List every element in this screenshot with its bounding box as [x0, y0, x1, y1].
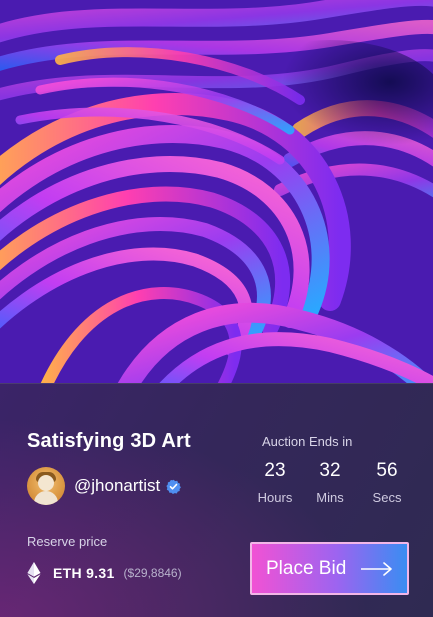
minutes-value: 32 [319, 460, 341, 481]
abstract-swirl-art [0, 0, 433, 383]
eth-amount: ETH 9.31 [53, 565, 115, 581]
seconds-label: Secs [372, 490, 402, 505]
nft-title: Satisfying 3D Art [27, 430, 191, 452]
usd-amount: ($29,8846) [123, 566, 182, 580]
countdown-hours: 23 Hours [256, 460, 294, 505]
hours-label: Hours [257, 490, 293, 505]
place-bid-label: Place Bid [266, 557, 347, 579]
artwork-image[interactable] [0, 0, 433, 383]
ethereum-icon [27, 562, 41, 584]
minutes-label: Mins [316, 490, 344, 505]
hours-value: 23 [264, 460, 286, 481]
reserve-price-label: Reserve price [27, 534, 108, 549]
place-bid-button[interactable]: Place Bid [250, 542, 409, 595]
creator-profile[interactable]: @jhonartist [27, 467, 182, 505]
countdown-seconds: 56 Secs [369, 460, 405, 505]
creator-avatar[interactable] [27, 467, 65, 505]
creator-handle[interactable]: @jhonartist [74, 476, 160, 496]
seconds-value: 56 [376, 460, 398, 481]
auction-ends-label: Auction Ends in [262, 434, 353, 449]
reserve-price: ETH 9.31 ($29,8846) [27, 561, 182, 585]
arrow-right-icon [361, 562, 392, 576]
nft-auction-card: Satisfying 3D Art @jhonartist Auction En… [0, 0, 433, 617]
countdown-minutes: 32 Mins [313, 460, 347, 505]
verified-badge-icon [166, 479, 182, 494]
